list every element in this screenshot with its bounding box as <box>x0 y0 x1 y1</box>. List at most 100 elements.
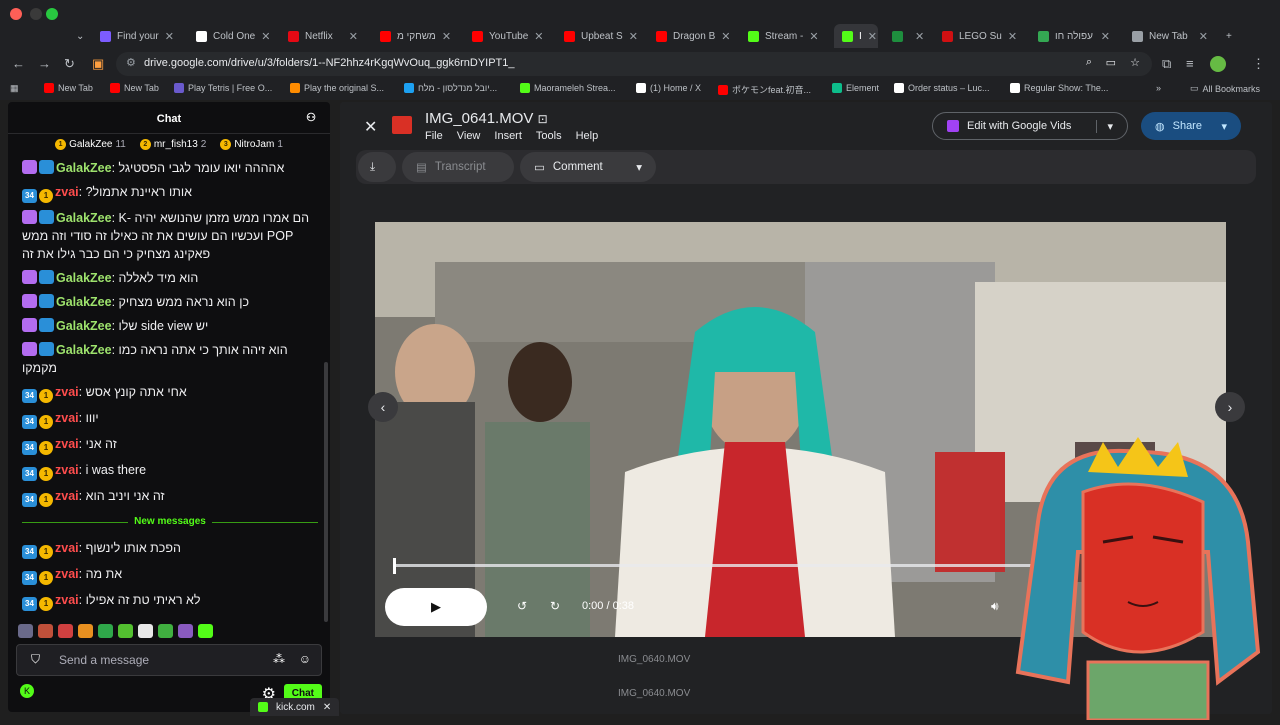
all-bookmarks[interactable]: ▭ All Bookmarks <box>1190 83 1260 94</box>
previous-file-button[interactable]: ‹ <box>368 392 398 422</box>
browser-tab[interactable]: Upbeat S ✕ <box>556 24 642 48</box>
download-icon[interactable]: ⤓ <box>358 152 396 182</box>
close-tab-icon[interactable]: ✕ <box>868 30 877 43</box>
chat-username[interactable]: GalakZee <box>56 271 112 285</box>
menu-item[interactable]: File <box>425 130 443 142</box>
bookmark-item[interactable]: Regular Show: The... <box>1010 83 1108 93</box>
profile-avatar[interactable] <box>1210 56 1226 72</box>
emote-icon[interactable] <box>198 624 213 638</box>
close-tab-icon[interactable]: ✕ <box>915 30 924 43</box>
bookmark-item[interactable]: New Tab <box>110 83 159 93</box>
browser-tab[interactable]: LEGO Su ✕ <box>934 24 1022 48</box>
emote-icon[interactable] <box>18 624 33 638</box>
chat-scrollbar[interactable] <box>324 362 328 622</box>
emote-icon[interactable] <box>58 624 73 638</box>
comment-button[interactable]: ▭ Comment ▾ <box>520 152 656 182</box>
emote-icon[interactable] <box>178 624 193 638</box>
reload-icon[interactable]: ↻ <box>64 56 75 72</box>
maximize-window-icon[interactable] <box>46 8 58 20</box>
menu-item[interactable]: Tools <box>536 130 562 142</box>
bookmark-item[interactable]: New Tab <box>44 83 93 93</box>
kick-popout-tab[interactable]: kick.com ✕ <box>250 698 340 716</box>
close-tab-icon[interactable]: ✕ <box>442 30 451 43</box>
edit-dropdown-icon[interactable]: ▾ <box>1096 119 1113 133</box>
kick-points-icon[interactable]: K <box>20 684 34 698</box>
bookmark-star-icon[interactable]: ☆ <box>1130 56 1140 69</box>
menu-item[interactable]: View <box>457 130 481 142</box>
share-dropdown-icon[interactable]: ▾ <box>1221 120 1227 133</box>
forward-10-icon[interactable]: ↻ <box>550 599 560 613</box>
progress-handle[interactable] <box>393 558 396 574</box>
chat-username[interactable]: GalakZee <box>56 343 112 357</box>
bookmark-item[interactable]: ポケモンfeat.初音... <box>718 83 811 96</box>
chat-username[interactable]: GalakZee <box>56 319 112 333</box>
video-progress-bar[interactable] <box>395 564 1035 567</box>
url-bar[interactable]: ⚙ drive.google.com/drive/u/3/folders/1--… <box>116 52 1152 76</box>
emote-icon[interactable] <box>158 624 173 638</box>
chat-username[interactable]: zvai <box>55 489 79 503</box>
cast-icon[interactable]: ▭ <box>1106 56 1116 69</box>
browser-tab[interactable]: Dragon B ✕ <box>648 24 734 48</box>
chat-message-input[interactable]: ⛉ Send a message ⁂ ☺ <box>16 644 322 676</box>
minimize-window-icon[interactable] <box>30 8 42 20</box>
emote-icon[interactable] <box>98 624 113 638</box>
transcript-button[interactable]: ▤ Transcript <box>402 152 514 182</box>
browser-tab[interactable]: Netflix ✕ <box>280 24 366 48</box>
browser-tab[interactable]: I ✕ <box>834 24 878 48</box>
browser-tab[interactable]: ✕ <box>884 24 928 48</box>
slash-commands-icon[interactable]: ⁂ <box>273 652 285 666</box>
browser-tab[interactable]: New Tab ✕ <box>1124 24 1216 48</box>
extensions-icon[interactable]: ⧉ <box>1162 56 1171 72</box>
chat-username[interactable]: zvai <box>55 567 79 581</box>
bookmark-item[interactable]: Element <box>832 83 879 93</box>
move-folder-icon[interactable]: ⊡ <box>538 112 548 126</box>
volume-icon[interactable]: 🔊︎ <box>991 599 999 614</box>
extension-icon[interactable]: ▣ <box>92 56 104 72</box>
bookmark-item[interactable]: Play the original S... <box>290 83 384 93</box>
menu-item[interactable]: Insert <box>494 130 522 142</box>
bookmark-item[interactable]: יובל מנדלסון - מלח... <box>404 83 497 93</box>
chat-username[interactable]: zvai <box>55 185 79 199</box>
close-tab-icon[interactable]: ✕ <box>323 702 331 713</box>
menu-item[interactable]: Help <box>576 130 599 142</box>
reading-list-icon[interactable]: ≡ <box>1186 56 1194 71</box>
close-tab-icon[interactable]: ✕ <box>349 30 358 43</box>
users-icon[interactable]: ⚇ <box>306 111 316 124</box>
close-tab-icon[interactable]: ✕ <box>261 30 270 43</box>
more-menu-icon[interactable]: ⋮ <box>1252 56 1265 72</box>
close-tab-icon[interactable]: ✕ <box>809 30 818 43</box>
close-tab-icon[interactable]: ✕ <box>165 30 174 43</box>
close-tab-icon[interactable]: ✕ <box>1199 30 1208 43</box>
chat-username[interactable]: zvai <box>55 437 79 451</box>
chat-username[interactable]: GalakZee <box>56 295 112 309</box>
browser-tab[interactable]: Stream - ✕ <box>740 24 826 48</box>
new-tab-icon[interactable]: + <box>1218 24 1240 48</box>
close-tab-icon[interactable]: ✕ <box>721 30 730 43</box>
next-file-button[interactable]: › <box>1215 392 1245 422</box>
chat-username[interactable]: zvai <box>55 463 79 477</box>
play-button[interactable]: ▶ <box>385 588 487 626</box>
chat-username[interactable]: GalakZee <box>56 161 112 175</box>
top-gifter[interactable]: 2 mr_fish13 2 <box>139 139 206 150</box>
edit-with-vids-button[interactable]: Edit with Google Vids ▾ <box>932 112 1128 140</box>
emote-icon[interactable] <box>138 624 153 638</box>
zoom-icon[interactable]: ⌕ <box>1086 56 1092 69</box>
emoji-icon[interactable]: ☺ <box>299 652 311 666</box>
bookmark-item[interactable]: Play Tetris | Free O... <box>174 83 272 93</box>
chat-username[interactable]: zvai <box>55 411 79 425</box>
browser-tab[interactable]: עפולה חו ✕ <box>1030 24 1118 48</box>
bookmark-item[interactable]: Order status – Luc... <box>894 83 990 93</box>
browser-tab[interactable]: Cold One ✕ <box>188 24 274 48</box>
close-preview-icon[interactable]: ✕ <box>364 117 377 137</box>
chat-username[interactable]: GalakZee <box>56 211 112 225</box>
rewind-10-icon[interactable]: ↺ <box>517 599 527 613</box>
chat-username[interactable]: zvai <box>55 385 79 399</box>
browser-tab[interactable]: משחקי מ ✕ <box>372 24 458 48</box>
close-tab-icon[interactable]: ✕ <box>1101 30 1110 43</box>
bookmarks-overflow-icon[interactable]: » <box>1156 83 1161 93</box>
emote-icon[interactable] <box>78 624 93 638</box>
top-gifter[interactable]: 3 NitroJam 1 <box>220 139 283 150</box>
emote-icon[interactable] <box>118 624 133 638</box>
browser-tab[interactable]: Find your ✕ <box>92 24 180 48</box>
close-tab-icon[interactable]: ✕ <box>534 30 543 43</box>
